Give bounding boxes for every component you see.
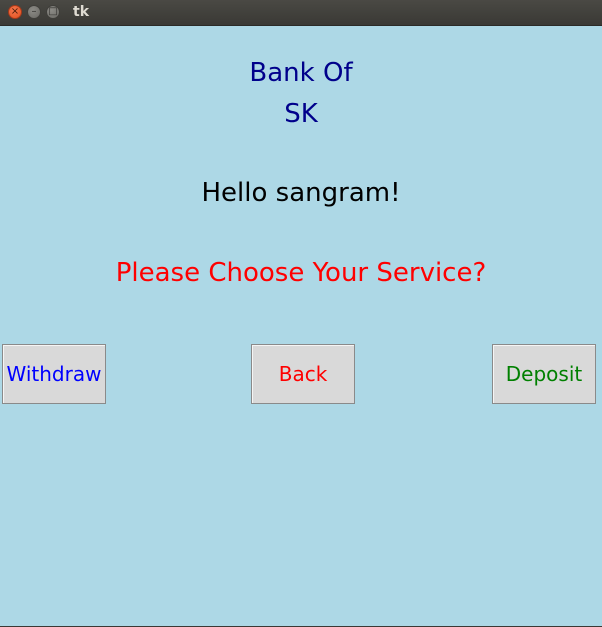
minimize-icon[interactable]: – <box>27 5 41 19</box>
deposit-button[interactable]: Deposit <box>492 344 596 404</box>
close-icon[interactable]: × <box>8 5 22 19</box>
service-prompt-label: Please Choose Your Service? <box>115 258 487 288</box>
bank-name-line2: SK <box>284 99 318 129</box>
title-bar[interactable]: × – □ tk <box>0 0 602 26</box>
main-content: Bank Of SK Hello sangram! Please Choose … <box>0 26 602 627</box>
back-button[interactable]: Back <box>251 344 355 404</box>
app-window: × – □ tk Bank Of SK Hello sangram! Pleas… <box>0 0 602 627</box>
bank-name-line1: Bank Of <box>249 58 353 88</box>
greeting-label: Hello sangram! <box>201 178 401 208</box>
withdraw-button[interactable]: Withdraw <box>2 344 106 404</box>
window-title: tk <box>73 4 90 20</box>
maximize-icon[interactable]: □ <box>46 5 60 19</box>
